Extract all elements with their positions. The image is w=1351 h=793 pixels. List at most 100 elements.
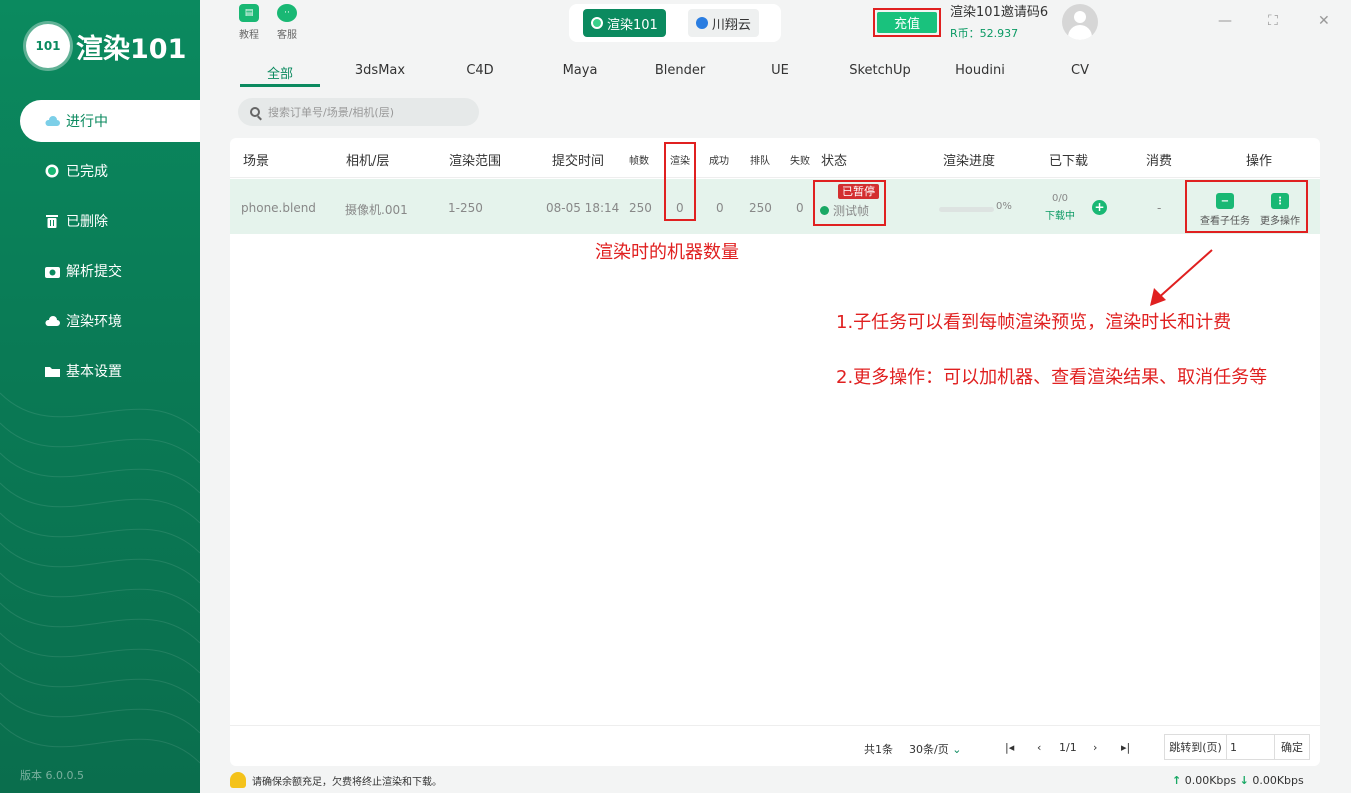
user-name: 渲染101邀请码6 — [950, 5, 1049, 20]
xuanran101-icon — [591, 17, 603, 29]
table-header: 场景 相机/层 渲染范围 提交时间 帧数 渲染 成功 排队 失败 状态 渲染进度… — [230, 138, 1320, 178]
tab-houdini[interactable]: Houdini — [940, 63, 1020, 87]
tab-cv[interactable]: CV — [1040, 63, 1120, 87]
sidebar-item-label: 已删除 — [66, 214, 108, 230]
add-download-icon[interactable]: + — [1092, 200, 1107, 215]
logo-badge: 101 — [26, 24, 70, 68]
software-tabs: 全部 3dsMax C4D Maya Blender UE SketchUp H… — [240, 63, 1320, 89]
search-input[interactable]: 搜索订单号/场景/相机(层) — [238, 98, 479, 126]
check-circle-icon — [44, 164, 60, 178]
next-page-icon[interactable]: › — [1093, 741, 1097, 754]
user-info: 渲染101邀请码6 R币：52.937 — [950, 4, 1050, 41]
annotation-subtask: 1.子任务可以看到每帧渲染预览，渲染时长和计费 — [836, 312, 1232, 333]
cell-cost: - — [1157, 201, 1162, 215]
recharge-button[interactable]: 充值 — [877, 12, 937, 33]
tutorial-button[interactable]: ▤ 教程 — [236, 4, 262, 41]
cell-scene: phone.blend — [241, 201, 316, 215]
page-size-label: 30条/页 — [909, 743, 949, 756]
tab-3dsmax[interactable]: 3dsMax — [340, 63, 420, 87]
col-status: 状态 — [821, 154, 848, 169]
jump-page-input[interactable]: 1 — [1227, 735, 1275, 759]
first-page-icon[interactable]: |◂ — [1005, 741, 1014, 754]
folder-icon — [44, 364, 60, 378]
maximize-icon[interactable]: ⛶ — [1268, 13, 1278, 29]
downloaded-count: 0/0 — [1051, 193, 1069, 204]
platform-xuanran101[interactable]: 渲染101 — [583, 9, 666, 37]
last-page-icon[interactable]: ▸| — [1121, 741, 1130, 754]
col-queue: 排队 — [750, 156, 770, 167]
speed-indicator: ↑ 0.00Kbps ↓ 0.00Kbps — [1172, 774, 1304, 787]
download-speed: 0.00Kbps — [1252, 774, 1304, 787]
sidebar: 101 渲染101 进行中 已完成 已删除 解析提交 渲染环境 基本设置 版本 … — [0, 0, 200, 793]
book-icon: ▤ — [239, 4, 259, 22]
actions-highlight — [1185, 180, 1308, 233]
task-table: 场景 相机/层 渲染范围 提交时间 帧数 渲染 成功 排队 失败 状态 渲染进度… — [230, 138, 1320, 766]
col-frames: 帧数 — [629, 156, 649, 167]
tab-c4d[interactable]: C4D — [440, 63, 520, 87]
pagination: 共1条 30条/页 ⌄ |◂ ‹ 1/1 › ▸| 跳转到(页) 1 确定 — [230, 725, 1320, 766]
notice-bar: 请确保余额充足，欠费将终止渲染和下载。 — [230, 772, 442, 788]
upload-speed: 0.00Kbps — [1184, 774, 1237, 787]
avatar[interactable] — [1062, 4, 1098, 40]
col-failed: 失败 — [790, 156, 810, 167]
cell-success: 0 — [716, 201, 724, 215]
jump-box: 跳转到(页) 1 确定 — [1164, 734, 1310, 760]
download-arrow-icon: ↓ — [1239, 774, 1249, 787]
tab-blender[interactable]: Blender — [640, 63, 720, 87]
col-cost: 消费 — [1146, 154, 1173, 169]
platform-label: 渲染101 — [607, 17, 658, 33]
minimize-icon[interactable]: — — [1218, 13, 1232, 29]
sidebar-item-in-progress[interactable]: 进行中 — [20, 100, 200, 142]
cloud-icon — [44, 114, 60, 128]
platform-switcher: 渲染101 川翔云 — [569, 4, 781, 42]
page-indicator: 1/1 — [1059, 741, 1077, 754]
close-icon[interactable]: ✕ — [1318, 13, 1330, 29]
tab-all[interactable]: 全部 — [240, 63, 320, 87]
sidebar-item-settings[interactable]: 基本设置 — [20, 350, 200, 392]
tab-sketchup[interactable]: SketchUp — [840, 63, 920, 87]
sidebar-item-label: 基本设置 — [66, 364, 122, 380]
tab-ue[interactable]: UE — [740, 63, 820, 87]
table-row[interactable]: phone.blend 摄像机.001 1-250 08-05 18:14 25… — [230, 179, 1320, 234]
sidebar-item-label: 解析提交 — [66, 264, 122, 280]
tab-maya[interactable]: Maya — [540, 63, 620, 87]
prev-page-icon[interactable]: ‹ — [1037, 741, 1041, 754]
cell-frames: 250 — [629, 201, 652, 215]
annotation-machines: 渲染时的机器数量 — [595, 242, 739, 263]
chevron-down-icon: ⌄ — [952, 743, 962, 756]
chat-icon: ·· — [277, 4, 297, 22]
platform-label: 川翔云 — [711, 17, 751, 33]
sidebar-item-submit[interactable]: 解析提交 — [20, 250, 200, 292]
rendering-column-highlight — [664, 142, 696, 221]
platform-chuanxiangyun[interactable]: 川翔云 — [687, 9, 759, 37]
col-actions: 操作 — [1246, 154, 1273, 169]
balance: R币：52.937 — [950, 27, 1019, 40]
cell-time: 08-05 18:14 — [546, 201, 620, 215]
col-scene: 场景 — [243, 154, 270, 169]
top-shortcuts: ▤ 教程 ·· 客服 — [236, 4, 300, 41]
cell-range: 1-250 — [448, 201, 483, 215]
sidebar-nav: 进行中 已完成 已删除 解析提交 渲染环境 基本设置 — [20, 100, 200, 400]
sidebar-item-deleted[interactable]: 已删除 — [20, 200, 200, 242]
progress-bar — [939, 207, 994, 212]
notice-text: 请确保余额充足，欠费将终止渲染和下载。 — [252, 776, 442, 788]
service-button[interactable]: ·· 客服 — [274, 4, 300, 41]
page-size-select[interactable]: 30条/页 ⌄ — [909, 741, 961, 757]
annotation-more-actions: 2.更多操作：可以加机器、查看渲染结果、取消任务等 — [836, 367, 1268, 388]
download-status: 下载中 — [1045, 211, 1075, 222]
trash-icon — [44, 214, 60, 228]
jump-label: 跳转到(页) — [1165, 735, 1227, 759]
col-downloaded: 已下载 — [1049, 154, 1089, 169]
tutorial-label: 教程 — [239, 30, 259, 41]
download-cell: 0/0 下载中 — [1042, 193, 1078, 222]
logo-text: 渲染101 — [76, 33, 187, 65]
cell-failed: 0 — [796, 201, 804, 215]
confirm-button[interactable]: 确定 — [1275, 735, 1309, 759]
bell-icon — [230, 772, 246, 788]
total-count: 共1条 — [864, 743, 893, 756]
sidebar-item-completed[interactable]: 已完成 — [20, 150, 200, 192]
col-progress: 渲染进度 — [943, 154, 996, 169]
recharge-highlight: 充值 — [873, 8, 941, 37]
col-range: 渲染范围 — [449, 154, 502, 169]
sidebar-item-environment[interactable]: 渲染环境 — [20, 300, 200, 342]
